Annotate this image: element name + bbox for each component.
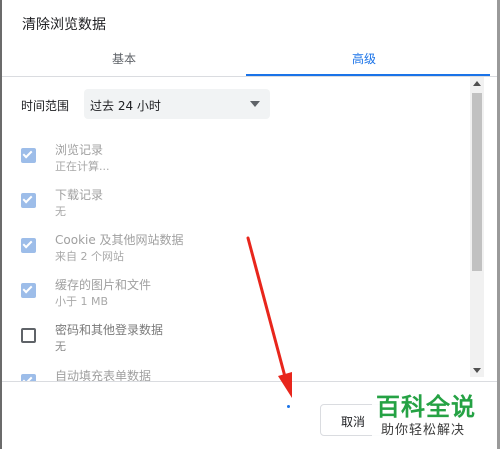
scroll-up-icon[interactable] bbox=[473, 81, 481, 86]
option-cookies[interactable]: Cookie 及其他网站数据 来自 2 个网站 bbox=[2, 231, 462, 271]
option-cached-images[interactable]: 缓存的图片和文件 小于 1 MB bbox=[2, 276, 462, 316]
option-label: Cookie 及其他网站数据 bbox=[55, 233, 184, 247]
watermark-logo: 百科全说 助你轻松解决 bbox=[372, 386, 490, 442]
option-detail: 正在计算... bbox=[55, 160, 110, 173]
footer-divider bbox=[2, 381, 497, 382]
time-range-label: 时间范围 bbox=[21, 99, 70, 113]
download-history-checkbox[interactable] bbox=[21, 193, 36, 208]
option-label: 密码和其他登录数据 bbox=[55, 323, 164, 337]
option-label: 自动填充表单数据 bbox=[55, 369, 152, 381]
checkmark-icon bbox=[22, 283, 33, 294]
option-browsing-history[interactable]: 浏览记录 正在计算... bbox=[2, 141, 462, 181]
option-detail: 无 bbox=[55, 340, 66, 353]
cookies-checkbox[interactable] bbox=[21, 238, 36, 253]
option-label: 下载记录 bbox=[55, 188, 104, 202]
option-label: 浏览记录 bbox=[55, 143, 104, 157]
time-range-value: 过去 24 小时 bbox=[90, 99, 161, 113]
option-detail: 小于 1 MB bbox=[55, 295, 109, 308]
tab-basic[interactable]: 基本 bbox=[64, 50, 184, 67]
option-download-history[interactable]: 下载记录 无 bbox=[2, 186, 462, 226]
loading-dot-icon bbox=[287, 405, 290, 408]
option-passwords[interactable]: 密码和其他登录数据 无 bbox=[2, 321, 462, 361]
scroll-down-icon[interactable] bbox=[473, 368, 481, 373]
clear-browsing-data-dialog: 清除浏览数据 基本 高级 时间范围 过去 24 小时 浏览记录 正在计算... … bbox=[2, 0, 497, 449]
browsing-history-checkbox[interactable] bbox=[21, 148, 36, 163]
checkmark-icon bbox=[22, 148, 33, 159]
autofill-checkbox[interactable] bbox=[21, 374, 36, 381]
passwords-checkbox[interactable] bbox=[21, 328, 36, 343]
cached-images-checkbox[interactable] bbox=[21, 283, 36, 298]
options-scroll-area[interactable]: 时间范围 过去 24 小时 浏览记录 正在计算... 下载记录 无 Cookie… bbox=[2, 77, 497, 381]
tab-advanced[interactable]: 高级 bbox=[304, 50, 424, 67]
option-detail: 来自 2 个网站 bbox=[55, 250, 124, 263]
scrollbar-thumb[interactable] bbox=[472, 93, 482, 271]
option-detail: 无 bbox=[55, 205, 66, 218]
scrollbar[interactable] bbox=[470, 77, 484, 377]
time-range-select[interactable]: 过去 24 小时 bbox=[84, 89, 270, 119]
dialog-title: 清除浏览数据 bbox=[22, 17, 106, 33]
watermark-main-text: 百科全说 bbox=[376, 393, 476, 421]
watermark-sub-text: 助你轻松解决 bbox=[381, 423, 466, 438]
cancel-button-label: 取消 bbox=[341, 415, 366, 429]
checkmark-icon bbox=[22, 193, 33, 204]
option-autofill[interactable]: 自动填充表单数据 bbox=[2, 367, 462, 381]
dropdown-arrow-icon bbox=[250, 101, 260, 107]
option-label: 缓存的图片和文件 bbox=[55, 278, 152, 292]
checkmark-icon bbox=[22, 238, 33, 249]
